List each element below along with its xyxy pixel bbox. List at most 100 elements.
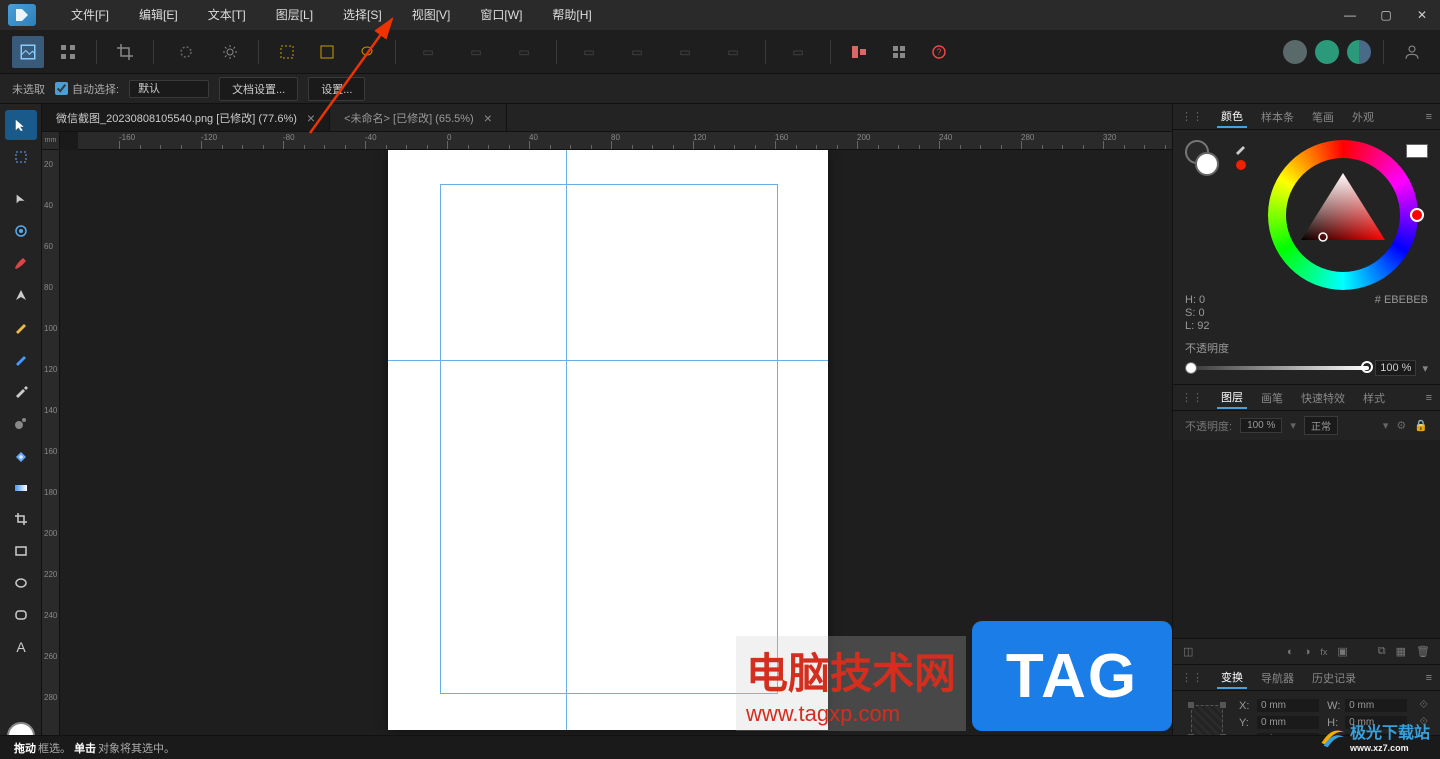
menu-text[interactable]: 文本[T] [193, 0, 261, 30]
toolbar-grid-icon[interactable] [52, 36, 84, 68]
tab-color[interactable]: 颜色 [1217, 106, 1247, 128]
paint-brush-tool[interactable] [5, 248, 37, 278]
drag-handle-icon[interactable]: ⋮⋮ [1181, 391, 1203, 404]
layer-opacity-value[interactable]: 100 % [1240, 418, 1282, 433]
tab-styles[interactable]: 样式 [1359, 388, 1389, 408]
fill-swatch[interactable] [1195, 152, 1219, 176]
adjustment-icon[interactable]: ◐ [1287, 646, 1294, 658]
add-layer-icon[interactable]: ▦ [1396, 645, 1406, 658]
menu-layer[interactable]: 图层[L] [261, 0, 328, 30]
menu-edit[interactable]: 编辑[E] [124, 0, 193, 30]
layers-list[interactable] [1173, 440, 1440, 638]
x-value[interactable]: 0 mm [1257, 699, 1319, 712]
w-value[interactable]: 0 mm [1345, 699, 1407, 712]
lock-icon[interactable]: 🔒 [1414, 419, 1428, 432]
tab-appearance[interactable]: 外观 [1348, 107, 1378, 127]
auto-select-checkbox[interactable]: 自动选择: [55, 81, 119, 97]
toolbar-swatch-3[interactable] [1347, 40, 1371, 64]
rounded-rect-tool[interactable] [5, 600, 37, 630]
persona-photo-button[interactable] [12, 36, 44, 68]
color-replace-tool[interactable] [5, 344, 37, 374]
doc-settings-button[interactable]: 文档设置... [219, 77, 298, 101]
toolbar-align-icon[interactable] [843, 36, 875, 68]
toolbar-gear-icon[interactable] [214, 36, 246, 68]
chevron-down-icon[interactable]: ▾ [1383, 419, 1389, 432]
link-icon[interactable]: ⧉ [1378, 645, 1386, 658]
pen-tool[interactable] [5, 280, 37, 310]
menu-select[interactable]: 选择[S] [328, 0, 397, 30]
hex-value[interactable]: EBEBEB [1384, 294, 1428, 306]
toolbar-lasso-icon[interactable] [351, 36, 383, 68]
mask-icon[interactable]: ◫ [1183, 645, 1193, 658]
crop-mask-icon[interactable]: ▣ [1337, 645, 1347, 658]
live-filter-tool[interactable] [5, 216, 37, 246]
auto-select-mode[interactable]: 默认 [129, 80, 209, 98]
gear-icon[interactable]: ⚙ [1396, 419, 1406, 432]
menu-help[interactable]: 帮助[H] [537, 0, 606, 30]
tab-swatches[interactable]: 样本条 [1257, 107, 1298, 127]
healing-tool[interactable] [5, 440, 37, 470]
toolbar-grid2-icon[interactable] [883, 36, 915, 68]
maximize-button[interactable]: ▢ [1368, 0, 1404, 30]
tab-history[interactable]: 历史记录 [1308, 668, 1360, 688]
horizontal-ruler[interactable]: -160-120-80-4004080120160200240280320360 [78, 132, 1172, 150]
move-tool[interactable] [5, 110, 37, 140]
canvas[interactable]: 电脑技术网 www.tagxp.com TAG [60, 150, 1172, 745]
document-tab-1[interactable]: 微信截图_20230808105540.png [已修改] (77.6%) × [42, 104, 330, 131]
panel-menu-icon[interactable]: ≡ [1426, 672, 1432, 684]
close-icon[interactable]: × [484, 110, 492, 126]
panel-menu-icon[interactable]: ≡ [1426, 111, 1432, 123]
recent-color-dot[interactable] [1236, 160, 1246, 170]
tab-stroke[interactable]: 笔画 [1308, 107, 1338, 127]
color-wheel[interactable] [1268, 140, 1418, 290]
vertical-ruler[interactable]: 20406080100120140160180200220240260280 [42, 150, 60, 745]
tab-brushes[interactable]: 画笔 [1257, 388, 1287, 408]
opacity-slider[interactable] [1185, 366, 1369, 370]
fill-stroke-swatches[interactable] [1185, 140, 1225, 176]
toolbar-marquee-dotted-icon[interactable] [271, 36, 303, 68]
fx-text-icon[interactable]: fx [1320, 647, 1327, 657]
link-wh-icon[interactable]: ⟐ [1419, 699, 1428, 712]
gradient-tool[interactable] [5, 472, 37, 502]
node-tool[interactable] [5, 184, 37, 214]
drag-handle-icon[interactable]: ⋮⋮ [1181, 110, 1203, 123]
y-value[interactable]: 0 mm [1257, 716, 1319, 729]
account-icon[interactable] [1396, 36, 1428, 68]
drag-handle-icon[interactable]: ⋮⋮ [1181, 671, 1203, 684]
text-tool[interactable]: A [5, 632, 37, 662]
ellipse-tool[interactable] [5, 568, 37, 598]
fx-icon[interactable]: ◑ [1304, 646, 1311, 658]
tab-effects[interactable]: 快速特效 [1297, 388, 1349, 408]
chevron-down-icon[interactable]: ▾ [1422, 362, 1428, 375]
toolbar-crop-icon[interactable] [109, 36, 141, 68]
panel-menu-icon[interactable]: ≡ [1426, 392, 1432, 404]
tab-transform[interactable]: 变换 [1217, 667, 1247, 689]
rectangle-tool[interactable] [5, 536, 37, 566]
current-color-swatch[interactable] [1406, 144, 1428, 158]
eyedropper-icon[interactable] [1233, 140, 1249, 156]
delete-layer-icon[interactable]: 🗑 [1416, 645, 1430, 658]
tab-layers[interactable]: 图层 [1217, 387, 1247, 409]
document-tab-2[interactable]: <未命名> [已修改] (65.5%) × [330, 104, 507, 131]
preferences-button[interactable]: 设置... [308, 77, 365, 101]
hue-ring-handle[interactable] [1410, 208, 1424, 222]
clone-tool[interactable] [5, 408, 37, 438]
minimize-button[interactable]: — [1332, 0, 1368, 30]
toolbar-marquee-solid-icon[interactable] [311, 36, 343, 68]
blend-mode-select[interactable]: 正常 [1304, 416, 1338, 435]
toolbar-help-icon[interactable]: ? [923, 36, 955, 68]
toolbar-swatch-2[interactable] [1315, 40, 1339, 64]
menu-file[interactable]: 文件[F] [56, 0, 124, 30]
opacity-value[interactable]: 100 % [1375, 360, 1416, 376]
menu-window[interactable]: 窗口[W] [465, 0, 537, 30]
eyedropper-tool[interactable] [5, 376, 37, 406]
color-triangle[interactable] [1293, 165, 1393, 265]
toolbar-swatch-1[interactable] [1283, 40, 1307, 64]
marquee-tool[interactable] [5, 142, 37, 172]
toolbar-reset-icon[interactable] [166, 36, 206, 68]
pencil-tool[interactable] [5, 312, 37, 342]
tab-navigator[interactable]: 导航器 [1257, 668, 1298, 688]
close-icon[interactable]: × [307, 110, 315, 126]
close-button[interactable]: ✕ [1404, 0, 1440, 30]
crop-tool[interactable] [5, 504, 37, 534]
